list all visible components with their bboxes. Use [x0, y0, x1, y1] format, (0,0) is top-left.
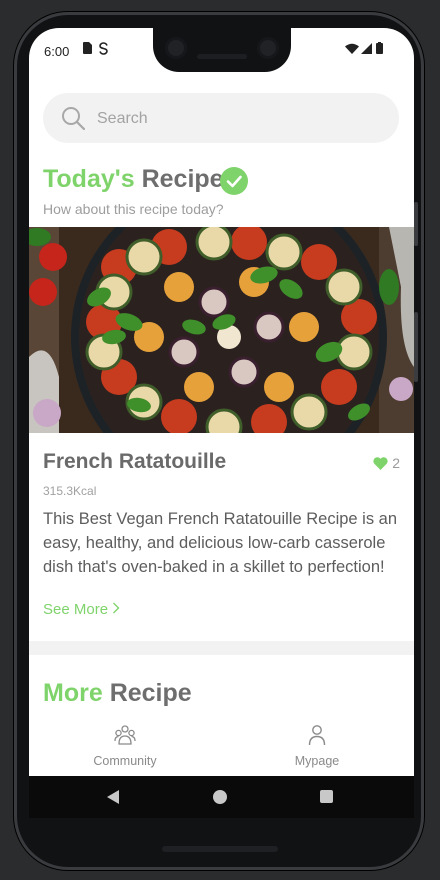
battery-icon [376, 42, 383, 54]
back-icon[interactable] [106, 789, 120, 805]
tab-community-label: Community [93, 754, 157, 768]
section-subtitle: How about this recipe today? [43, 201, 224, 217]
search-input[interactable] [95, 93, 389, 145]
more-title-highlight: More [43, 679, 103, 707]
verified-check-icon [220, 167, 248, 195]
search-bar[interactable] [43, 93, 399, 145]
recipe-name: French Ratatouille [43, 450, 227, 473]
like-count[interactable]: 2 [373, 455, 400, 471]
person-icon [308, 725, 326, 746]
sim-card-icon [83, 42, 92, 54]
system-nav-bar [29, 776, 414, 818]
heart-icon[interactable] [373, 457, 388, 470]
bottom-tab-bar: Community Mypage [29, 718, 414, 776]
volume-button [414, 202, 418, 246]
earpiece [197, 54, 247, 59]
more-title-rest: Recipe [109, 679, 192, 707]
app-screen: 6:00 Today's Recipe [29, 28, 414, 776]
bottom-speaker [162, 846, 278, 852]
status-time: 6:00 [44, 44, 70, 59]
recipe-card[interactable]: French Ratatouille 2 315.3Kcal This Best… [29, 433, 414, 641]
recipe-description: This Best Vegan French Ratatouille Recip… [43, 510, 398, 576]
front-camera [257, 37, 279, 59]
see-more-label: See More [43, 601, 109, 618]
community-icon [114, 725, 136, 745]
see-more-link[interactable]: See More [43, 601, 120, 618]
section-title-more: More Recipe [43, 679, 192, 708]
camera-notch [153, 28, 291, 72]
section-title-today: Today's Recipe [43, 165, 224, 194]
recents-icon[interactable] [320, 790, 333, 803]
front-camera [165, 37, 187, 59]
recipe-image[interactable] [29, 179, 414, 495]
sync-icon [99, 42, 108, 55]
like-count-value: 2 [392, 455, 400, 471]
title-rest: Recipe [141, 165, 224, 193]
search-icon [62, 107, 85, 130]
status-bar: 6:00 [29, 28, 414, 72]
title-highlight: Today's [43, 165, 135, 193]
power-button [414, 312, 418, 382]
tab-mypage-label: Mypage [294, 754, 340, 768]
home-icon[interactable] [213, 790, 227, 804]
wifi-icon [345, 43, 359, 54]
recipe-calories: 315.3Kcal [43, 484, 97, 498]
signal-icon [361, 43, 372, 54]
tab-mypage[interactable]: Mypage [221, 718, 413, 776]
chevron-right-icon [113, 602, 120, 614]
section-divider [29, 641, 414, 655]
tab-community[interactable]: Community [29, 718, 221, 776]
